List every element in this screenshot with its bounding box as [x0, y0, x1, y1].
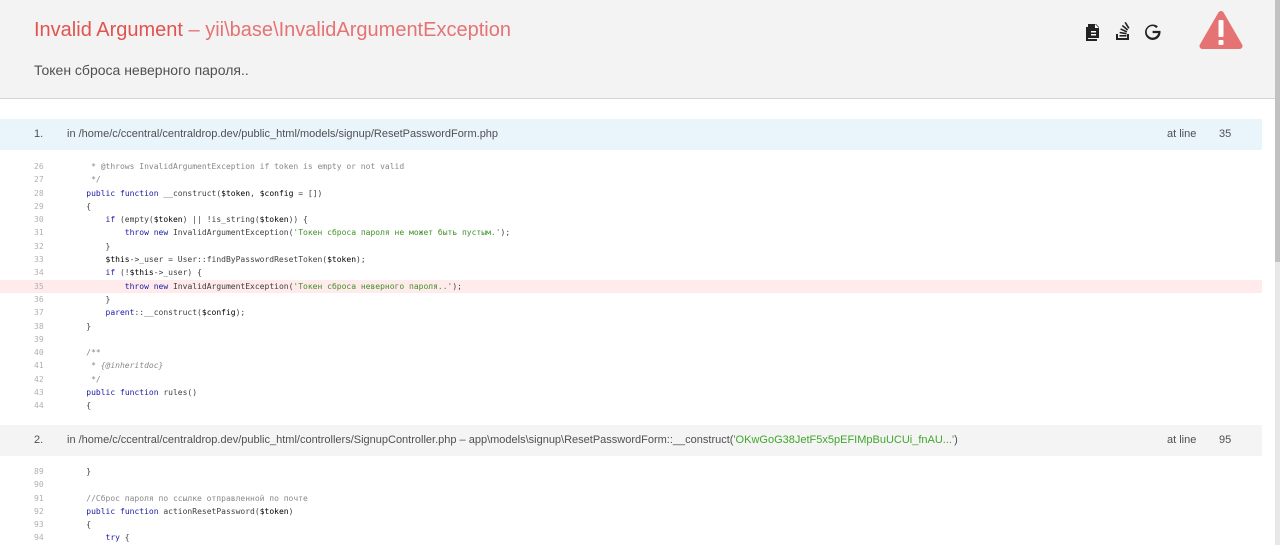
error-message: Токен сброса неверного пароля..	[34, 62, 249, 78]
code-line: 26 * @throws InvalidArgumentException if…	[0, 160, 1262, 173]
call-stack-item[interactable]: 2. in /home/c/ccentral/centraldrop.dev/p…	[0, 425, 1262, 456]
code-line-number: 43	[34, 388, 44, 398]
code-line-number: 29	[34, 201, 44, 211]
code-line-text: }	[67, 467, 92, 476]
code-line-text: throw new InvalidArgumentException('Токе…	[124, 228, 511, 238]
code-line-text: /**	[67, 348, 101, 358]
code-line: 40 /**	[0, 346, 1262, 359]
code-line: 29 {	[0, 200, 1262, 213]
code-line-number: 94	[34, 533, 44, 543]
code-line: 37 parent::__construct($config);	[0, 306, 1262, 319]
call-argument: 'OKwGoG38JetF5x5pEFIMpBuUCUi_fnAU...'	[733, 434, 955, 446]
code-line-number: 42	[34, 374, 44, 384]
scrollbar-thumb[interactable]	[1275, 0, 1280, 262]
code-line-text: try {	[105, 533, 130, 543]
code-line-text: }	[67, 294, 111, 304]
code-line: 92 public function actionResetPassword($…	[0, 505, 1262, 518]
code-line-text: public function rules()	[86, 388, 198, 398]
code-line-number: 39	[34, 334, 44, 344]
code-line-number: 33	[34, 255, 44, 265]
code-line: 33 $this->_user = User::findByPasswordRe…	[0, 253, 1262, 266]
code-line-number: 93	[34, 520, 44, 530]
page-title: Invalid Argument – yii\base\InvalidArgum…	[34, 19, 511, 42]
code-line-text: throw new InvalidArgumentException('Токе…	[124, 281, 462, 291]
code-snippet: 26 * @throws InvalidArgumentException if…	[0, 160, 1262, 413]
code-line: 38 }	[0, 320, 1262, 333]
scrollbar[interactable]	[1275, 0, 1280, 545]
code-line-text: public function __construct($token, $con…	[86, 188, 323, 198]
code-line-number: 38	[34, 321, 44, 331]
code-line: 41 * {@inheritdoc}	[0, 359, 1262, 372]
code-line-number: 44	[34, 401, 44, 411]
code-line: 93 {	[0, 518, 1262, 531]
call-stack-item[interactable]: 1. in /home/c/ccentral/centraldrop.dev/p…	[0, 119, 1262, 150]
code-line-number: 89	[34, 467, 44, 476]
code-line-text: if (empty($token) || !is_string($token))…	[105, 215, 308, 225]
google-search-icon[interactable]	[1144, 22, 1162, 42]
code-line-number: 27	[34, 175, 44, 185]
code-line-text: //Сброс пароля по ссылке отправленной по…	[67, 493, 308, 503]
line-number: 35	[1219, 128, 1232, 140]
code-snippet: 89 } 90 91 //Сброс пароля по ссылке отправ…	[0, 465, 1262, 545]
error-line: 35 throw new InvalidArgumentException('Т…	[0, 279, 1262, 293]
call-index: 1.	[34, 128, 44, 140]
code-line: 44 {	[0, 399, 1262, 412]
code-line: 36 }	[0, 293, 1262, 306]
code-line-number: 37	[34, 308, 44, 318]
code-line-number: 26	[34, 162, 44, 171]
code-line-number: 36	[34, 294, 44, 304]
code-line-text: $this->_user = User::findByPasswordReset…	[105, 255, 366, 265]
code-line-number: 31	[34, 228, 44, 238]
code-line-text: * {@inheritdoc}	[67, 361, 164, 371]
code-line: 31 throw new InvalidArgumentException('Т…	[0, 226, 1262, 239]
error-header: Invalid Argument – yii\base\InvalidArgum…	[0, 0, 1280, 99]
exception-class: – yii\base\InvalidArgumentException	[188, 19, 511, 41]
code-line-number: 90	[34, 480, 44, 490]
code-line: 42 */	[0, 373, 1262, 386]
code-line-number: 92	[34, 506, 44, 516]
call-file-path: in /home/c/ccentral/centraldrop.dev/publ…	[67, 128, 499, 140]
stackoverflow-icon[interactable]	[1114, 22, 1132, 42]
code-line: 39	[0, 333, 1262, 346]
call-index: 2.	[34, 434, 44, 446]
toolbar	[1084, 22, 1162, 42]
code-line: 32 }	[0, 240, 1262, 253]
code-line-number: 30	[34, 215, 44, 225]
code-line-text: public function actionResetPassword($tok…	[86, 506, 294, 516]
code-line-text: }	[67, 321, 92, 331]
code-line-number: 40	[34, 348, 44, 358]
copy-stacktrace-icon[interactable]	[1084, 22, 1102, 42]
at-line-label: at line	[1167, 434, 1197, 446]
code-line: 90	[0, 478, 1262, 491]
code-line-number: 28	[34, 188, 44, 198]
code-line-text: {	[67, 401, 92, 411]
code-line: 43 public function rules()	[0, 386, 1262, 399]
code-line-number: 91	[34, 493, 44, 503]
code-line-text: {	[67, 201, 92, 211]
code-line-text: }	[67, 241, 111, 251]
code-line-number: 35	[34, 281, 44, 291]
code-line: 27 */	[0, 173, 1262, 186]
code-line: 30 if (empty($token) || !is_string($toke…	[0, 213, 1262, 226]
warning-triangle-icon	[1199, 11, 1243, 49]
code-line-text: * @throws InvalidArgumentException if to…	[67, 162, 405, 171]
call-file-path: in /home/c/ccentral/centraldrop.dev/publ…	[67, 434, 958, 446]
at-line-label: at line	[1167, 128, 1197, 140]
code-line-text: */	[67, 175, 101, 185]
code-line-text: {	[67, 520, 92, 530]
code-line-number: 41	[34, 361, 44, 371]
code-line-text: if (!$this->_user) {	[105, 268, 202, 278]
code-line: 28 public function __construct($token, $…	[0, 187, 1262, 200]
code-line-text: parent::__construct($config);	[105, 308, 246, 318]
code-line: 91 //Сброс пароля по ссылке отправленной…	[0, 492, 1262, 505]
code-line-number: 34	[34, 268, 44, 278]
code-line-number: 32	[34, 241, 44, 251]
code-line: 94 try {	[0, 531, 1262, 544]
code-line-text: */	[67, 374, 101, 384]
code-line: 34 if (!$this->_user) {	[0, 266, 1262, 279]
line-number: 95	[1219, 434, 1232, 446]
error-name: Invalid Argument	[34, 19, 183, 41]
code-line: 89 }	[0, 465, 1262, 478]
